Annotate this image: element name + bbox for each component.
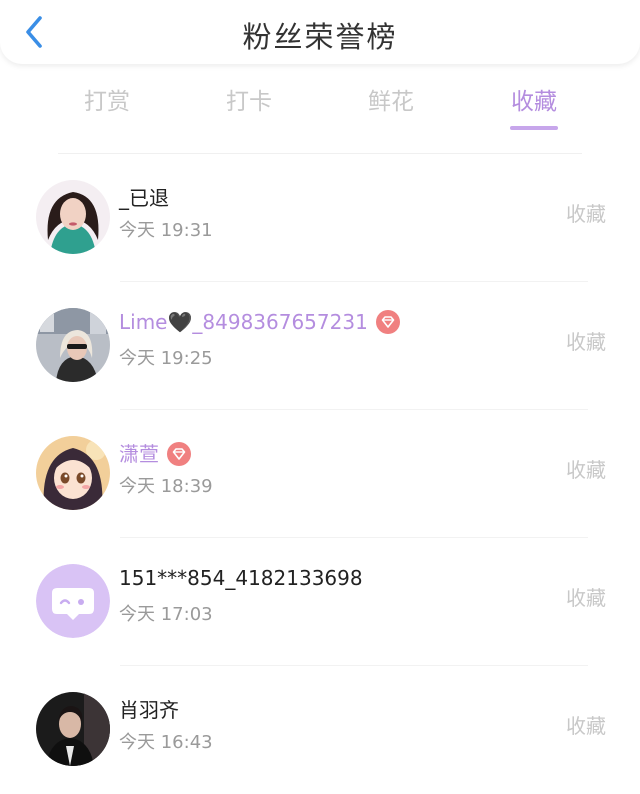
fan-name: 潇萱 — [119, 438, 191, 467]
timestamp: 今天 16:43 — [119, 732, 213, 753]
default-chat-icon — [36, 564, 110, 638]
avatar[interactable] — [36, 436, 110, 510]
timestamp: 今天 17:03 — [119, 604, 213, 625]
diamond-badge-icon — [375, 310, 400, 334]
tab-favorites[interactable]: 收藏 — [484, 82, 584, 130]
favorite-action-label: 收藏 — [566, 458, 606, 482]
list-item[interactable]: Lime🖤_8498367657231 今天 19:25 收藏 — [0, 282, 640, 410]
favorite-action-label: 收藏 — [566, 330, 606, 354]
diamond-badge-icon — [167, 442, 191, 466]
tab-tip[interactable]: 打赏 — [57, 82, 157, 116]
fan-name: Lime🖤_8498367657231 — [119, 310, 400, 334]
fan-name: 151***854_4182133698 — [119, 566, 363, 590]
page-title: 粉丝荣誉榜 — [242, 20, 398, 54]
list-item[interactable]: 151***854_4182133698 今天 17:03 收藏 — [0, 538, 640, 666]
avatar[interactable] — [36, 308, 110, 382]
list-item[interactable]: _已退 今天 19:31 收藏 — [0, 154, 640, 282]
tab-checkin[interactable]: 打卡 — [199, 82, 299, 116]
timestamp: 今天 19:25 — [119, 348, 213, 369]
list-item[interactable]: 潇萱 今天 18:39 收藏 — [0, 410, 640, 538]
tab-flowers[interactable]: 鲜花 — [341, 82, 441, 116]
list-item[interactable]: 肖羽齐 今天 16:43 收藏 — [0, 666, 640, 794]
timestamp: 今天 19:31 — [119, 220, 213, 241]
favorite-action-label: 收藏 — [566, 586, 606, 610]
avatar[interactable] — [36, 692, 110, 766]
top-bar: 粉丝荣誉榜 — [0, 0, 640, 64]
tab-label: 鲜花 — [368, 89, 414, 115]
avatar[interactable] — [36, 180, 110, 254]
tab-label: 收藏 — [511, 89, 557, 115]
tab-label: 打卡 — [226, 89, 272, 115]
fan-name: _已退 — [119, 186, 169, 210]
fan-name: 肖羽齐 — [119, 698, 179, 722]
avatar[interactable] — [36, 564, 110, 638]
favorite-action-label: 收藏 — [566, 202, 606, 226]
active-tab-indicator — [510, 126, 558, 130]
tab-label: 打赏 — [84, 89, 130, 115]
timestamp: 今天 18:39 — [119, 476, 213, 497]
favorite-action-label: 收藏 — [566, 714, 606, 738]
tab-bar: 打赏 打卡 鲜花 收藏 — [0, 82, 640, 142]
